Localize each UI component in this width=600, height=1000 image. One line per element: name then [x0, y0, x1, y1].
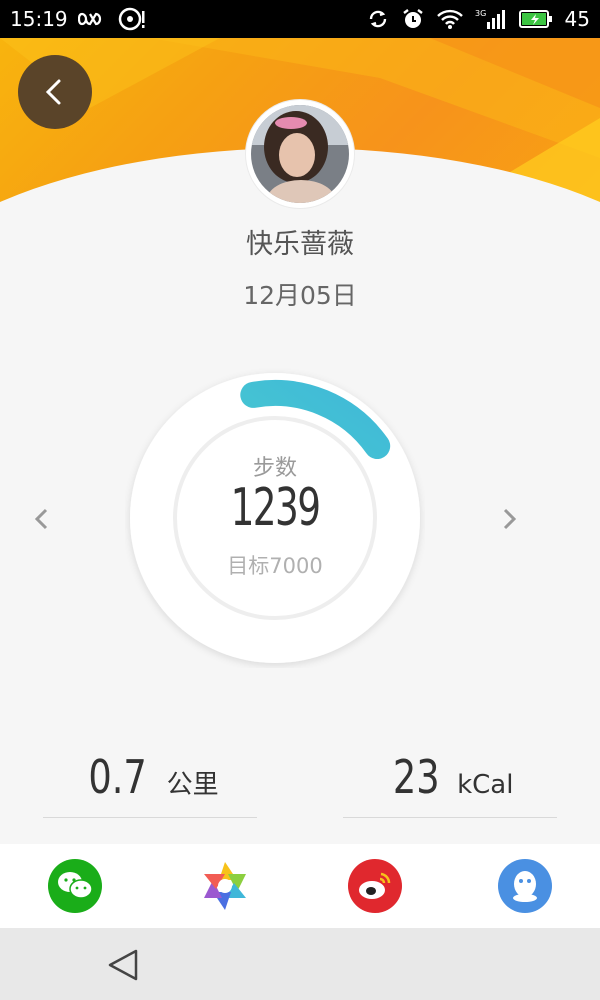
- calories-unit: kCal: [457, 770, 514, 800]
- chevron-left-icon: [34, 508, 48, 530]
- share-bar: [0, 844, 600, 928]
- weibo-share-button[interactable]: [348, 859, 402, 913]
- infinity-icon: [77, 10, 108, 28]
- signal-icon: 3G: [475, 8, 507, 30]
- status-time: 15:19: [10, 7, 68, 31]
- avatar-photo: [251, 105, 349, 203]
- calories-value: 23: [392, 750, 440, 804]
- wechat-share-button[interactable]: [48, 859, 102, 913]
- steps-count: 1239: [230, 478, 321, 538]
- avatar[interactable]: [246, 100, 354, 208]
- battery-icon: [518, 9, 553, 29]
- distance-value: 0.7: [88, 750, 148, 804]
- wifi-icon: [436, 9, 463, 29]
- user-name: 快乐蔷薇: [246, 229, 354, 260]
- calories-metric: 23 kCal: [343, 750, 557, 818]
- system-back-button[interactable]: [103, 945, 143, 985]
- triangle-back-icon: [108, 949, 138, 981]
- next-day-button[interactable]: [496, 505, 524, 533]
- selected-date: 12月05日: [243, 281, 357, 310]
- distance-metric: 0.7 公里: [43, 750, 257, 818]
- system-navigation-bar: [0, 928, 600, 1000]
- status-left: 15:19: [10, 7, 146, 31]
- moments-share-button[interactable]: [198, 859, 252, 913]
- distance-unit: 公里: [166, 770, 219, 800]
- chevron-left-icon: [45, 79, 61, 105]
- back-button[interactable]: [18, 55, 92, 129]
- steps-goal: 目标7000: [227, 554, 323, 578]
- moments-icon: [204, 862, 246, 910]
- qq-share-button[interactable]: [498, 859, 552, 913]
- qq-icon: [513, 871, 537, 902]
- music-disc-icon: [118, 7, 146, 31]
- status-bar: 15:19 3G 45: [0, 0, 600, 38]
- chevron-right-icon: [503, 508, 517, 530]
- battery-level: 45: [564, 7, 590, 31]
- network-type: 3G: [475, 9, 486, 18]
- sync-icon: [367, 8, 389, 30]
- weibo-icon: [359, 872, 391, 899]
- previous-day-button[interactable]: [27, 505, 55, 533]
- status-right: 3G 45: [367, 7, 590, 31]
- wechat-icon: [58, 872, 93, 899]
- alarm-icon: [401, 7, 425, 31]
